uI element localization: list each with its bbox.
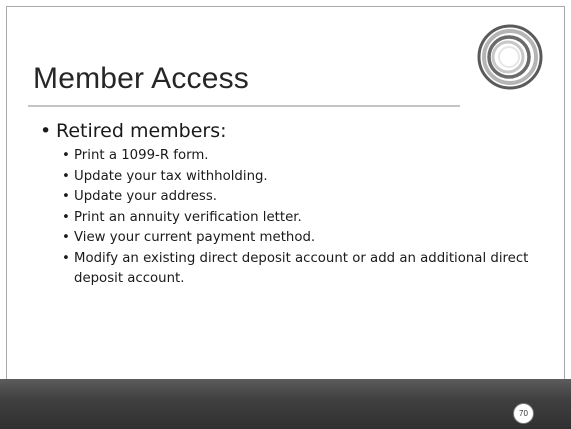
list-item-text: Print an annuity verification letter. xyxy=(74,209,302,225)
bullet-symbol: • xyxy=(62,230,70,245)
list-item-text: View your current payment method. xyxy=(74,230,316,245)
main-bullet-text: Retired members: xyxy=(56,120,227,142)
list-item: • Print a 1099-R form. xyxy=(40,146,540,167)
bullet-symbol: • xyxy=(62,168,70,184)
bullet-symbol: • xyxy=(62,250,70,266)
bullet-symbol: • xyxy=(40,120,52,142)
main-bullet: • Retired members: xyxy=(40,118,540,144)
title-divider xyxy=(28,105,460,107)
list-item-text: Print a 1099-R form. xyxy=(74,148,209,163)
slide-title: Member Access xyxy=(33,62,249,95)
concentric-rings-logo-icon xyxy=(477,24,543,90)
bullet-symbol: • xyxy=(62,209,70,225)
bullet-symbol: • xyxy=(62,148,70,163)
slide-body: • Retired members: • Print a 1099-R form. … xyxy=(40,118,540,290)
list-item: • Print an annuity verification letter. xyxy=(40,208,540,229)
list-item: • Update your address. xyxy=(40,187,540,208)
list-item: • View your current payment method. xyxy=(40,228,540,249)
list-item-text: Update your address. xyxy=(74,189,217,204)
page-number-badge: 70 xyxy=(513,403,534,424)
list-item-text: Update your tax withholding. xyxy=(74,168,268,184)
sub-bullet-list: • Print a 1099-R form. • Update your tax w… xyxy=(40,146,540,290)
bullet-symbol: • xyxy=(62,189,70,204)
list-item-text: Modify an existing direct deposit accoun… xyxy=(74,250,529,287)
list-item: • Update your tax withholding. xyxy=(40,167,540,188)
slide: Member Access • Retired members: • Print a… xyxy=(0,0,571,429)
footer-bar xyxy=(0,379,571,429)
list-item: • Modify an existing direct deposit accou… xyxy=(40,249,540,290)
